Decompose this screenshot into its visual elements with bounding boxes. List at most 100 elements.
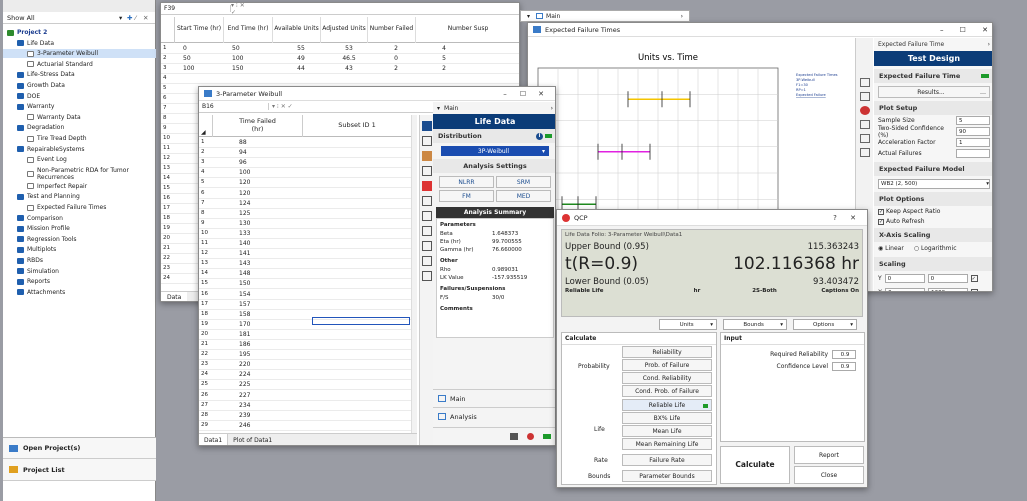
time-failed-cell[interactable]: 246 <box>239 422 279 429</box>
setting-srm-button[interactable]: SRM <box>496 176 551 188</box>
parameter-bounds-button[interactable]: Parameter Bounds <box>622 470 712 482</box>
tree-item[interactable]: Expected Failure Times <box>3 203 156 212</box>
time-failed-cell[interactable]: 157 <box>239 301 279 308</box>
chart-tool-icon-2[interactable] <box>860 92 870 101</box>
units-select[interactable]: Units ▾ <box>659 319 717 330</box>
probability-calc-button[interactable]: Prob. of Failure <box>622 359 712 371</box>
help-button[interactable]: ? <box>826 214 844 222</box>
sheet-cell[interactable]: 2 <box>376 65 416 72</box>
life-calc-button[interactable]: Reliable Life <box>622 399 712 411</box>
time-failed-cell[interactable]: 120 <box>239 190 279 197</box>
plot-setup-input[interactable]: 90 <box>956 127 990 136</box>
sheet-cell[interactable]: 49 <box>281 55 321 62</box>
tree-item[interactable]: Project 2 <box>3 28 156 37</box>
sheet-cell[interactable]: 100 <box>183 65 223 72</box>
tree-item[interactable]: Degradation <box>3 123 156 132</box>
time-failed-cell[interactable]: 227 <box>239 392 279 399</box>
close-button[interactable]: ✕ <box>532 90 550 98</box>
sheet-cell[interactable]: 44 <box>281 65 321 72</box>
main-header-dropdown[interactable]: ▾ <box>527 13 530 20</box>
results-button[interactable]: Results...… <box>878 86 990 98</box>
tool-warning-icon[interactable] <box>422 181 432 191</box>
chart-tool-icon-6[interactable] <box>860 148 870 157</box>
sheet-cell[interactable]: 55 <box>281 45 321 52</box>
tree-item[interactable]: Tire Tread Depth <box>3 134 156 143</box>
tree-item[interactable]: Actuarial Standard <box>3 60 156 69</box>
chevron-right-icon[interactable]: › <box>551 105 553 112</box>
time-failed-cell[interactable]: 100 <box>239 169 279 176</box>
tree-item[interactable]: Mission Profile <box>3 224 156 233</box>
sheet-cell[interactable]: 0 <box>183 45 223 52</box>
tree-item[interactable]: RBDs <box>3 256 156 265</box>
bottom-main-nav[interactable]: Main <box>433 389 555 407</box>
x-scale-checkbox[interactable] <box>971 289 979 291</box>
tree-item[interactable]: Regression Tools <box>3 235 156 244</box>
col-header-subset-id[interactable]: Subset ID 1 <box>303 115 411 137</box>
tree-item[interactable]: Growth Data <box>3 81 156 90</box>
tree-item[interactable]: Simulation <box>3 267 156 276</box>
required-reliability-input[interactable]: 0.9 <box>832 350 856 359</box>
time-failed-cell[interactable]: 130 <box>239 220 279 227</box>
tool-chart-icon[interactable] <box>422 211 432 221</box>
panel-dropdown-icon[interactable]: ▾ <box>437 105 440 112</box>
close-icon[interactable]: ✕ <box>143 14 151 22</box>
tool-table-icon[interactable] <box>422 226 432 236</box>
setting-med-button[interactable]: MED <box>496 190 551 202</box>
sheet-cell[interactable]: 2 <box>424 65 464 72</box>
sheet-column-header[interactable]: End Time (hr) <box>224 17 273 43</box>
selected-cell[interactable] <box>312 317 410 325</box>
maximize-button[interactable]: ☐ <box>960 26 966 34</box>
x-max-input[interactable]: 1200 <box>928 288 969 291</box>
col-header-time-failed[interactable]: Time Failed (hr) <box>213 115 303 137</box>
tool-plot-icon[interactable] <box>422 136 432 146</box>
bottom-analysis-nav[interactable]: Analysis <box>433 407 555 425</box>
linear-radio[interactable]: ◉ Linear <box>878 245 904 252</box>
chart-tool-icon-5[interactable] <box>860 134 870 143</box>
tool-calculate-icon[interactable] <box>422 121 432 131</box>
time-failed-cell[interactable]: 186 <box>239 341 279 348</box>
chevron-right-icon[interactable]: › <box>988 41 990 48</box>
sheet-column-header[interactable]: Number Susp <box>416 17 519 43</box>
add-icon[interactable]: ✚ <box>127 14 135 22</box>
main-header-chevron[interactable]: › <box>681 13 683 20</box>
time-failed-cell[interactable]: 120 <box>239 179 279 186</box>
sheet-cell[interactable]: 43 <box>329 65 369 72</box>
time-failed-cell[interactable]: 170 <box>239 321 279 328</box>
sheet-cell[interactable]: 4 <box>424 45 464 52</box>
show-filter-select[interactable]: Show All <box>7 14 119 22</box>
minimize-button[interactable]: – <box>496 90 514 98</box>
sheet-cell[interactable]: 53 <box>329 45 369 52</box>
sheet-column-header[interactable]: Adjusted Units <box>321 17 368 43</box>
tool-grid-icon[interactable] <box>422 196 432 206</box>
sheet-cell[interactable]: 100 <box>232 55 272 62</box>
y-min-input[interactable]: 0 <box>884 274 925 283</box>
life-calc-button[interactable]: Mean Remaining Life <box>622 438 712 450</box>
life-calc-button[interactable]: BX% Life <box>622 412 712 424</box>
time-failed-cell[interactable]: 88 <box>239 139 279 146</box>
distribution-select[interactable]: 3P-Weibull ▾ <box>441 146 549 156</box>
probability-calc-button[interactable]: Cond. Prob. of Failure <box>622 385 712 397</box>
tree-item[interactable]: RepairableSystems <box>3 145 156 154</box>
time-failed-cell[interactable]: 234 <box>239 402 279 409</box>
tree-item[interactable]: Life-Stress Data <box>3 70 156 79</box>
grid-scrollbar[interactable] <box>411 115 417 433</box>
time-failed-cell[interactable]: 225 <box>239 381 279 388</box>
project-list-bar[interactable]: Project List <box>3 459 156 481</box>
minimize-button[interactable]: – <box>940 26 944 34</box>
tool-qcp-icon[interactable] <box>422 151 432 161</box>
open-projects-bar[interactable]: Open Project(s) <box>3 437 156 459</box>
tree-item[interactable]: Reports <box>3 277 156 286</box>
setting-nlrr-button[interactable]: NLRR <box>439 176 494 188</box>
tree-item[interactable]: Warranty Data <box>3 113 156 122</box>
tree-item[interactable]: Multiplots <box>3 245 156 254</box>
life-calc-button[interactable]: Mean Life <box>622 425 712 437</box>
chart-tool-icon-3[interactable] <box>860 106 870 115</box>
tree-item[interactable]: Attachments <box>3 288 156 297</box>
time-failed-cell[interactable]: 224 <box>239 371 279 378</box>
plot-setup-input[interactable] <box>956 149 990 158</box>
tree-item[interactable]: Event Log <box>3 155 156 164</box>
sheet-cell[interactable]: 50 <box>183 55 223 62</box>
sheet-cell[interactable]: 150 <box>232 65 272 72</box>
time-failed-cell[interactable]: 94 <box>239 149 279 156</box>
sheet-tab-data1[interactable]: Data1 <box>199 434 229 445</box>
